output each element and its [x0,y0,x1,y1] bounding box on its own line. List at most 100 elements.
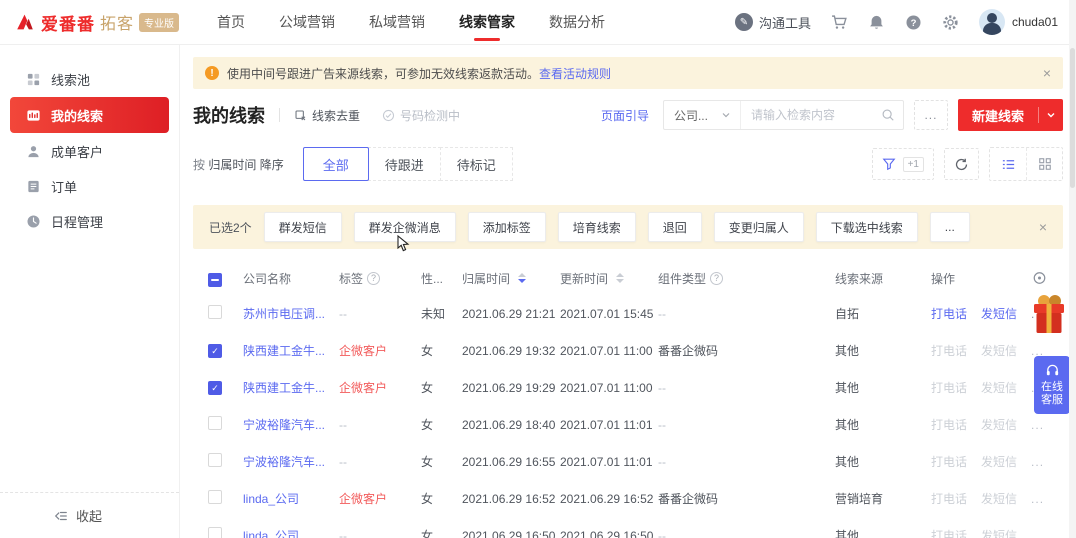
nav-private-marketing[interactable]: 私域营销 [369,0,425,44]
bulk-close-icon[interactable]: × [1039,219,1047,235]
nav-data-analysis[interactable]: 数据分析 [549,0,605,44]
update-time-value: 2021.07.01 11:00 [560,380,653,395]
online-service-button[interactable]: 在线客服 [1034,356,1070,414]
company-link[interactable]: 宁波裕隆汽车... [243,418,325,432]
update-time-value: 2021.06.29 16:52 [560,491,653,506]
select-all-checkbox[interactable] [208,272,222,287]
component-value: -- [658,417,666,432]
search-icon[interactable] [881,108,895,122]
row-more-button[interactable]: ... [1031,418,1044,432]
banner-rules-link[interactable]: 查看活动规则 [539,65,611,82]
search-field-select[interactable]: 公司... [664,101,741,129]
sidebar-item-lead-pool[interactable]: 线索池 [10,62,169,96]
call-action[interactable]: 打电话 [931,527,967,538]
scrollbar-thumb[interactable] [1070,48,1075,188]
page-guide-link[interactable]: 页面引导 [601,107,649,124]
tag-help-icon[interactable]: ? [367,271,381,285]
row-more-button[interactable]: ... [1031,492,1044,506]
app-logo[interactable]: 爱番番 拓客 专业版 [14,10,180,35]
notification-bell-icon[interactable] [868,14,885,31]
sms-action[interactable]: 发短信 [981,379,1017,396]
sidebar-item-my-leads[interactable]: 我的线索 [10,97,169,133]
sort-field: 归属时间 [208,157,257,172]
bulk-download-button[interactable]: 下载选中线索 [815,212,918,242]
banner-close-icon[interactable]: × [1043,65,1051,81]
row-checkbox[interactable] [208,453,222,467]
bulk-return-button[interactable]: 退回 [647,212,702,242]
nav-lead-manager[interactable]: 线索管家 [459,0,515,44]
bulk-wecom-message-button[interactable]: 群发企微消息 [353,212,456,252]
component-help-icon[interactable]: ? [710,271,724,285]
tag-label: 企微客户 [339,344,388,358]
filter-button[interactable]: +1 [871,148,934,180]
row-checkbox[interactable] [208,305,222,319]
help-icon[interactable]: ? [905,14,922,31]
bulk-more-button[interactable]: ... [929,212,970,242]
card-view-button[interactable] [1026,148,1062,180]
tab-to-mark[interactable]: 待标记 [439,147,513,181]
comm-tool-button[interactable]: ✎ 沟通工具 [734,13,811,32]
dedupe-button[interactable]: 线索去重 [294,107,360,124]
scrollbar[interactable] [1069,0,1076,538]
call-action[interactable]: 打电话 [931,305,967,322]
company-link[interactable]: 宁波裕隆汽车... [243,455,325,469]
call-action[interactable]: 打电话 [931,342,967,359]
new-lead-button[interactable]: 新建线索 [957,99,1063,131]
call-action[interactable]: 打电话 [931,379,967,396]
new-lead-dropdown[interactable] [1039,111,1063,119]
bulk-add-tag-button[interactable]: 添加标签 [467,212,546,242]
tab-all[interactable]: 全部 [302,147,369,181]
gift-promo-button[interactable] [1032,293,1066,335]
toolbar-more-button[interactable]: ... [913,100,948,130]
settings-gear-icon[interactable] [942,14,959,31]
nav-public-marketing[interactable]: 公域营销 [279,0,335,44]
sidebar-item-orders[interactable]: 订单 [10,169,169,203]
sms-action[interactable]: 发短信 [981,527,1017,538]
company-link[interactable]: linda_公司 [243,492,299,506]
call-action[interactable]: 打电话 [931,490,967,507]
row-more-button[interactable]: ... [1031,455,1044,469]
search-field-value: 公司... [673,108,708,123]
call-action[interactable]: 打电话 [931,416,967,433]
search-input[interactable] [740,108,881,122]
dedupe-icon [294,109,307,122]
component-value: 番番企微码 [658,344,719,358]
source-value: 其他 [835,381,860,395]
update-time-sort[interactable] [616,273,625,283]
assign-time-value: 2021.06.29 18:40 [462,417,555,432]
nav-home[interactable]: 首页 [217,0,245,44]
gender-value: 女 [421,529,434,538]
row-more-button[interactable]: ... [1031,529,1044,538]
call-action[interactable]: 打电话 [931,453,967,470]
bulk-nurture-button[interactable]: 培育线索 [557,212,636,242]
row-checkbox[interactable] [208,416,222,430]
card-grid-icon [1038,157,1052,171]
sort-control[interactable]: 按 归属时间 降序 [193,156,284,173]
sidebar-collapse-button[interactable]: 收起 [0,492,179,538]
assign-time-sort[interactable] [518,273,527,283]
user-menu[interactable]: chuda01 [978,9,1058,35]
sms-action[interactable]: 发短信 [981,453,1017,470]
sidebar-item-customers[interactable]: 成单客户 [10,134,169,168]
company-link[interactable]: linda_公司 [243,529,299,538]
row-checkbox[interactable] [208,527,222,538]
row-checkbox[interactable] [208,490,222,504]
column-settings-icon[interactable] [1032,271,1047,286]
sms-action[interactable]: 发短信 [981,490,1017,507]
sms-action[interactable]: 发短信 [981,305,1017,322]
sidebar-item-schedule[interactable]: 日程管理 [10,204,169,238]
bulk-sms-button[interactable]: 群发短信 [263,212,342,242]
company-link[interactable]: 陕西建工金牛... [243,381,325,395]
sms-action[interactable]: 发短信 [981,342,1017,359]
company-link[interactable]: 苏州市电压调... [243,307,325,321]
sms-action[interactable]: 发短信 [981,416,1017,433]
refresh-button[interactable] [944,148,979,180]
row-checkbox[interactable] [208,344,222,359]
row-checkbox[interactable] [208,381,222,396]
list-view-button[interactable] [990,148,1026,180]
cart-icon[interactable] [831,14,848,31]
bulk-change-owner-button[interactable]: 变更归属人 [713,212,804,242]
company-link[interactable]: 陕西建工金牛... [243,344,325,358]
chevron-down-icon [722,111,730,119]
tab-to-follow[interactable]: 待跟进 [367,147,441,181]
